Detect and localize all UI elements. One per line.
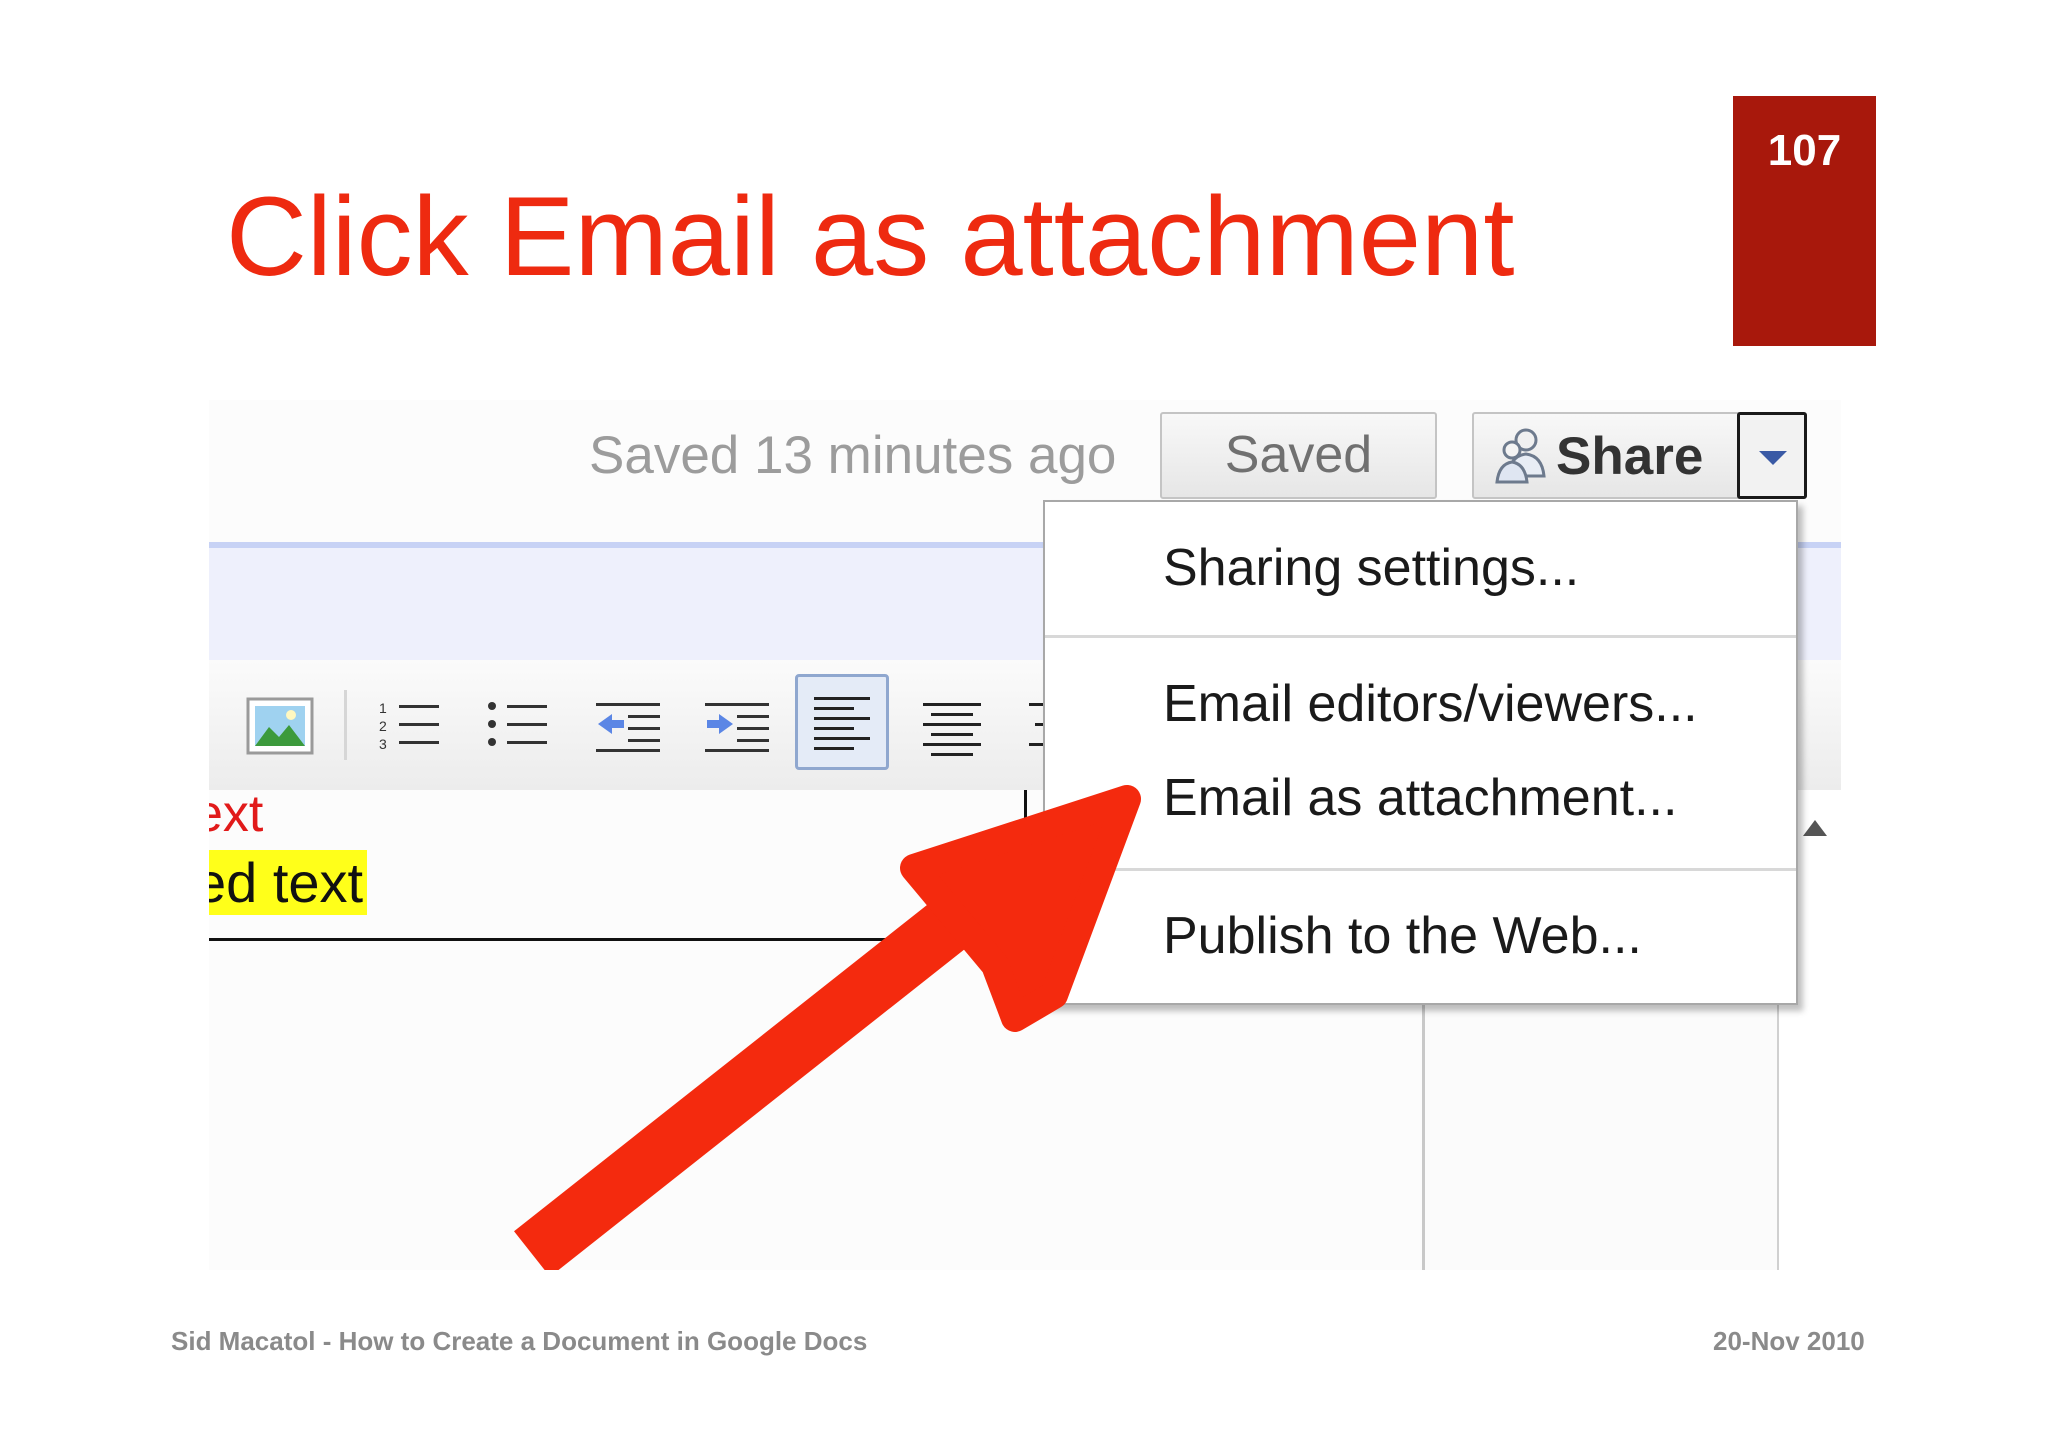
page-number: 107 [1767, 126, 1842, 175]
screenshot: Saved 13 minutes ago Saved Share 1 2 3 x… [209, 400, 1841, 1270]
pointer-arrow-annotation [514, 785, 1141, 1270]
footer-author-title: Sid Macatol - How to Create a Document i… [171, 1326, 868, 1356]
slide-title: Click Email as attachment [226, 174, 1515, 299]
footer-date: 20-Nov 2010 [1713, 1326, 1865, 1356]
page-number-box: 107 [1733, 96, 1876, 346]
